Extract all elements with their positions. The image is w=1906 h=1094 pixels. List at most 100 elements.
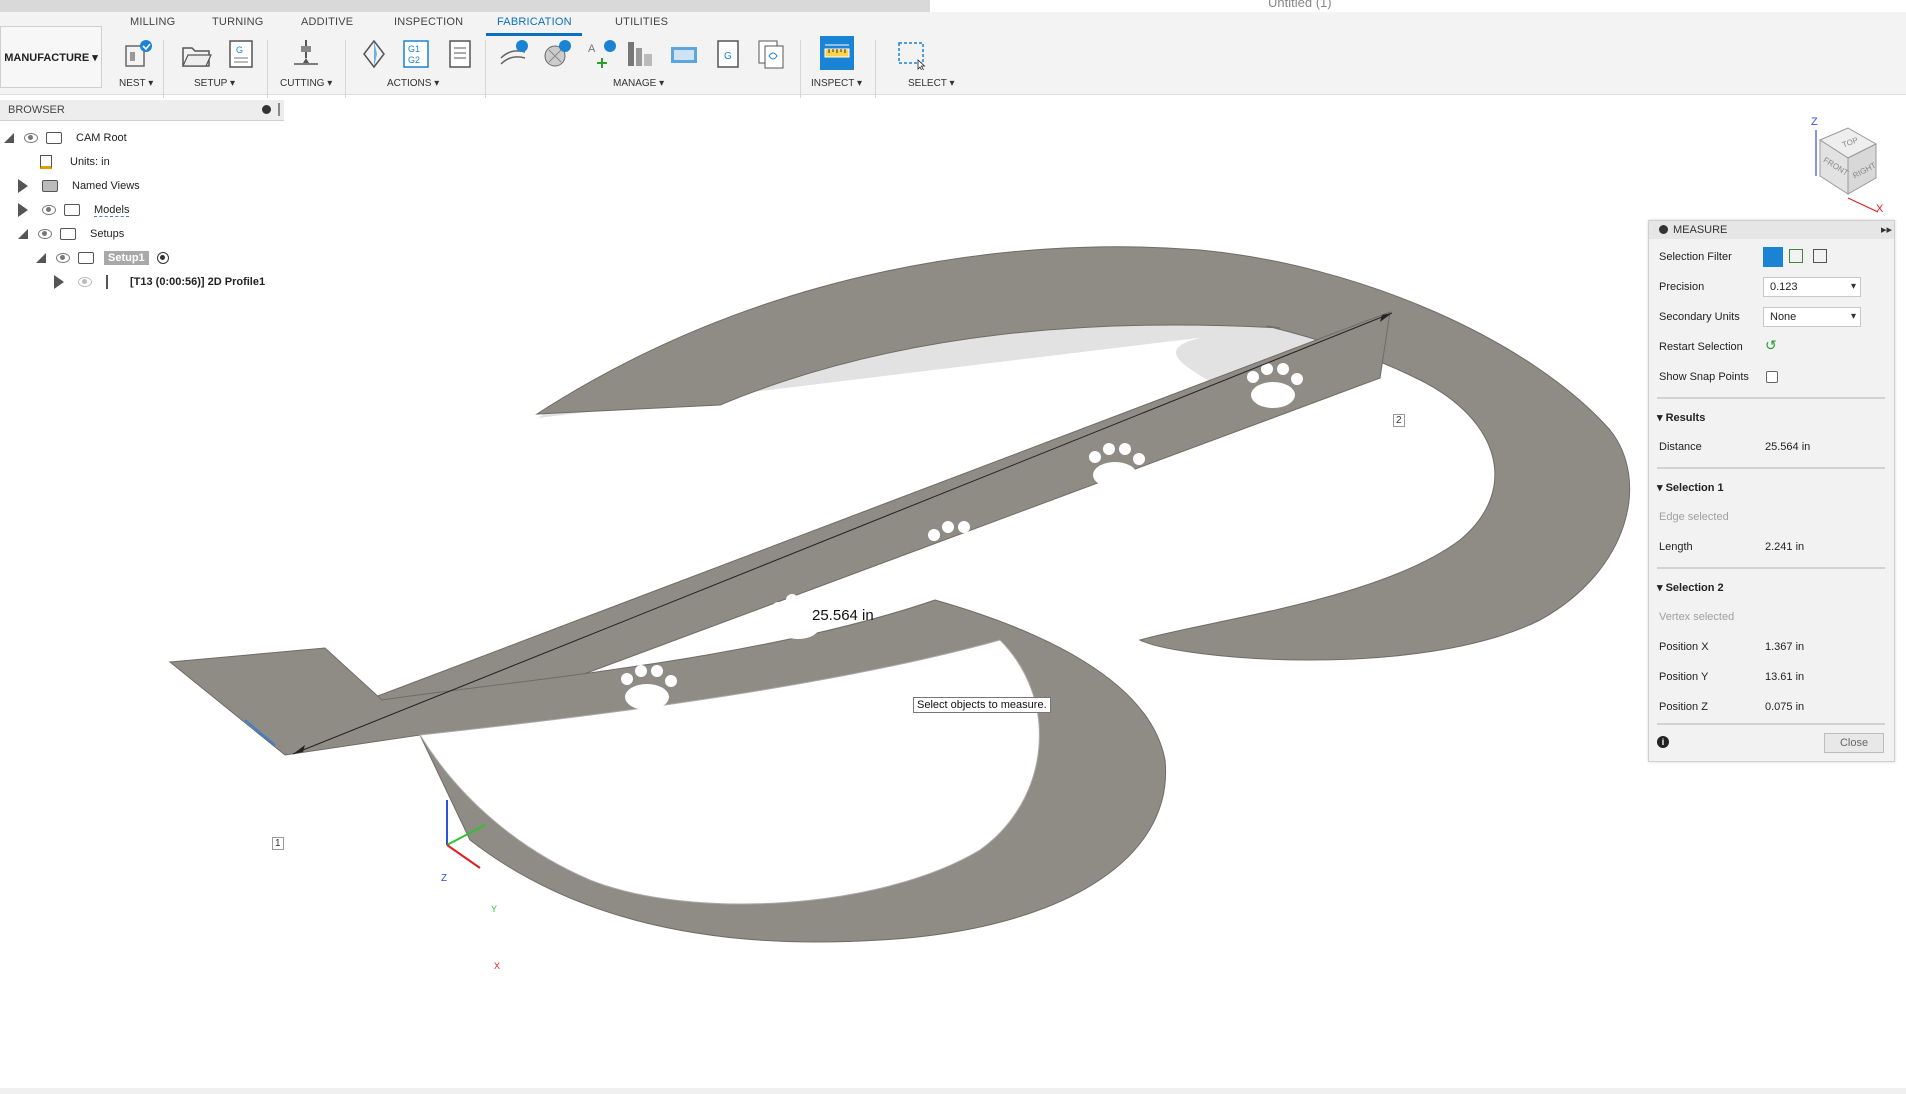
results-title-text: Results <box>1665 412 1706 424</box>
tab-fabrication[interactable]: FABRICATION <box>497 16 572 28</box>
visibility-eye-hidden-icon[interactable] <box>78 277 92 287</box>
toolbar-separator <box>800 40 801 98</box>
simulate-icon[interactable] <box>358 38 388 70</box>
tab-turning[interactable]: TURNING <box>212 16 264 28</box>
point-2-label: 2 <box>1393 414 1405 427</box>
nc-file-icon[interactable]: G <box>712 38 742 70</box>
tree-item-setup1[interactable]: Setup1 <box>36 247 169 269</box>
selection2-title-text: Selection 2 <box>1665 582 1724 594</box>
setup-folder-icon[interactable] <box>180 38 212 70</box>
visibility-eye-icon[interactable] <box>42 205 56 215</box>
browser-collapse-icon[interactable] <box>262 105 271 114</box>
template-library-icon[interactable] <box>541 38 571 70</box>
nest-icon[interactable] <box>122 38 152 70</box>
toolbar-separator <box>267 40 268 98</box>
expand-triangle-icon[interactable] <box>54 275 64 289</box>
documents-icon[interactable] <box>755 38 785 70</box>
tab-inspection[interactable]: INSPECTION <box>394 16 463 28</box>
setup-sheet-icon[interactable] <box>444 38 474 70</box>
toolbar-separator <box>345 40 346 98</box>
selection1-hint: Edge selected <box>1659 511 1729 523</box>
tree-item-label: Units: in <box>70 156 110 168</box>
secondary-units-dropdown[interactable]: None <box>1763 307 1861 327</box>
expand-triangle-icon[interactable] <box>18 203 28 217</box>
collapse-triangle-icon[interactable] <box>36 253 46 263</box>
info-icon[interactable]: i <box>1657 736 1669 748</box>
tree-item-models[interactable]: Models <box>18 199 130 221</box>
visibility-eye-icon[interactable] <box>56 253 70 263</box>
toolbar: MANUFACTURE ▾ MILLING TURNING ADDITIVE I… <box>0 12 1906 98</box>
tree-item-2d-profile[interactable]: [T13 (0:00:56)] 2D Profile1 <box>54 271 265 293</box>
model-canvas[interactable] <box>0 94 1906 1094</box>
inspect-group-label[interactable]: INSPECT ▾ <box>811 78 862 89</box>
document-title[interactable]: Untitled (1) <box>1268 0 1332 10</box>
selection1-title-text: Selection 1 <box>1665 482 1724 494</box>
workspace-switcher[interactable]: MANUFACTURE ▾ <box>0 26 102 88</box>
manage-group-label[interactable]: MANAGE ▾ <box>613 78 664 89</box>
section-divider <box>1657 397 1885 399</box>
collapse-triangle-icon[interactable] <box>18 229 28 239</box>
dialog-minimize-icon[interactable] <box>1659 225 1668 234</box>
visibility-eye-icon[interactable] <box>38 229 52 239</box>
toolbar-separator <box>485 40 486 98</box>
tree-item-setups[interactable]: Setups <box>18 223 124 245</box>
tool-library-icon[interactable] <box>498 38 528 70</box>
position-z-value: 0.075 in <box>1765 701 1805 713</box>
viewcube[interactable]: TOP FRONT RIGHT Z X <box>1790 116 1886 216</box>
measure-dialog: MEASURE ▸▸ Selection Filter Precision 0.… <box>1648 220 1895 762</box>
tab-utilities[interactable]: UTILITIES <box>615 16 668 28</box>
cutting-torch-icon[interactable] <box>290 38 320 70</box>
viewcube-z-label: Z <box>1811 116 1818 128</box>
precision-dropdown[interactable]: 0.123 <box>1763 277 1861 297</box>
show-snap-points-checkbox[interactable] <box>1766 371 1778 383</box>
measure-dialog-title: MEASURE <box>1673 224 1728 236</box>
viewcube-x-label: X <box>1876 203 1884 215</box>
distance-label: Distance <box>1659 441 1702 453</box>
position-x-value: 1.367 in <box>1765 641 1805 653</box>
active-tab-indicator <box>486 33 582 36</box>
machine-library-icon[interactable] <box>624 38 654 70</box>
selection1-section-title[interactable]: ▾ Selection 1 <box>1657 481 1724 494</box>
select-group-label[interactable]: SELECT ▾ <box>908 78 955 89</box>
tree-item-named-views[interactable]: Named Views <box>18 175 140 197</box>
toolbar-separator <box>163 40 164 98</box>
filter-face-icon[interactable] <box>1789 249 1803 263</box>
show-snap-points-label: Show Snap Points <box>1659 371 1749 383</box>
actions-group-label[interactable]: ACTIONS ▾ <box>387 78 439 89</box>
filter-edge-icon[interactable] <box>1813 249 1827 263</box>
svg-text:G: G <box>724 51 732 62</box>
post-process-icon[interactable]: G1 G2 <box>400 38 430 70</box>
tab-additive[interactable]: ADDITIVE <box>301 16 353 28</box>
cam-root-icon <box>46 132 62 144</box>
results-section-title[interactable]: ▾ Results <box>1657 411 1705 424</box>
secondary-units-label: Secondary Units <box>1659 311 1740 323</box>
selection2-section-title[interactable]: ▾ Selection 2 <box>1657 581 1724 594</box>
toolbar-separator <box>875 40 876 98</box>
folder-icon <box>42 180 58 192</box>
cutting-group-label[interactable]: CUTTING ▾ <box>280 78 332 89</box>
browser-pin-icon[interactable] <box>278 103 280 116</box>
nest-group-label[interactable]: NEST ▾ <box>119 78 153 89</box>
tab-milling[interactable]: MILLING <box>130 16 175 28</box>
post-library-icon[interactable] <box>668 38 698 70</box>
setup-folder-icon <box>78 252 94 264</box>
sign-plate[interactable] <box>168 246 1630 943</box>
restart-selection-icon[interactable]: ↺ <box>1765 337 1777 354</box>
graphics-viewport[interactable]: 25.564 in Select objects to measure. 1 2… <box>0 94 1906 1094</box>
collapse-triangle-icon[interactable] <box>4 133 14 143</box>
add-item-icon[interactable]: A <box>586 38 616 70</box>
tree-item-units[interactable]: Units: in <box>40 151 110 173</box>
setup-group-label[interactable]: SETUP ▾ <box>194 78 235 89</box>
window-select-icon[interactable] <box>896 38 926 72</box>
visibility-eye-icon[interactable] <box>24 133 38 143</box>
filter-body-button[interactable] <box>1763 247 1783 267</box>
activate-setup-icon[interactable] <box>156 252 169 264</box>
position-z-label: Position Z <box>1659 701 1708 713</box>
dialog-expand-icon[interactable]: ▸▸ <box>1881 223 1892 236</box>
close-button[interactable]: Close <box>1824 733 1884 753</box>
tree-item-cam-root[interactable]: CAM Root <box>4 127 127 149</box>
bottom-status-strip <box>0 1088 1906 1094</box>
measure-tool-button[interactable] <box>820 36 854 70</box>
nc-program-icon[interactable]: G <box>225 38 255 70</box>
expand-triangle-icon[interactable] <box>18 179 28 193</box>
